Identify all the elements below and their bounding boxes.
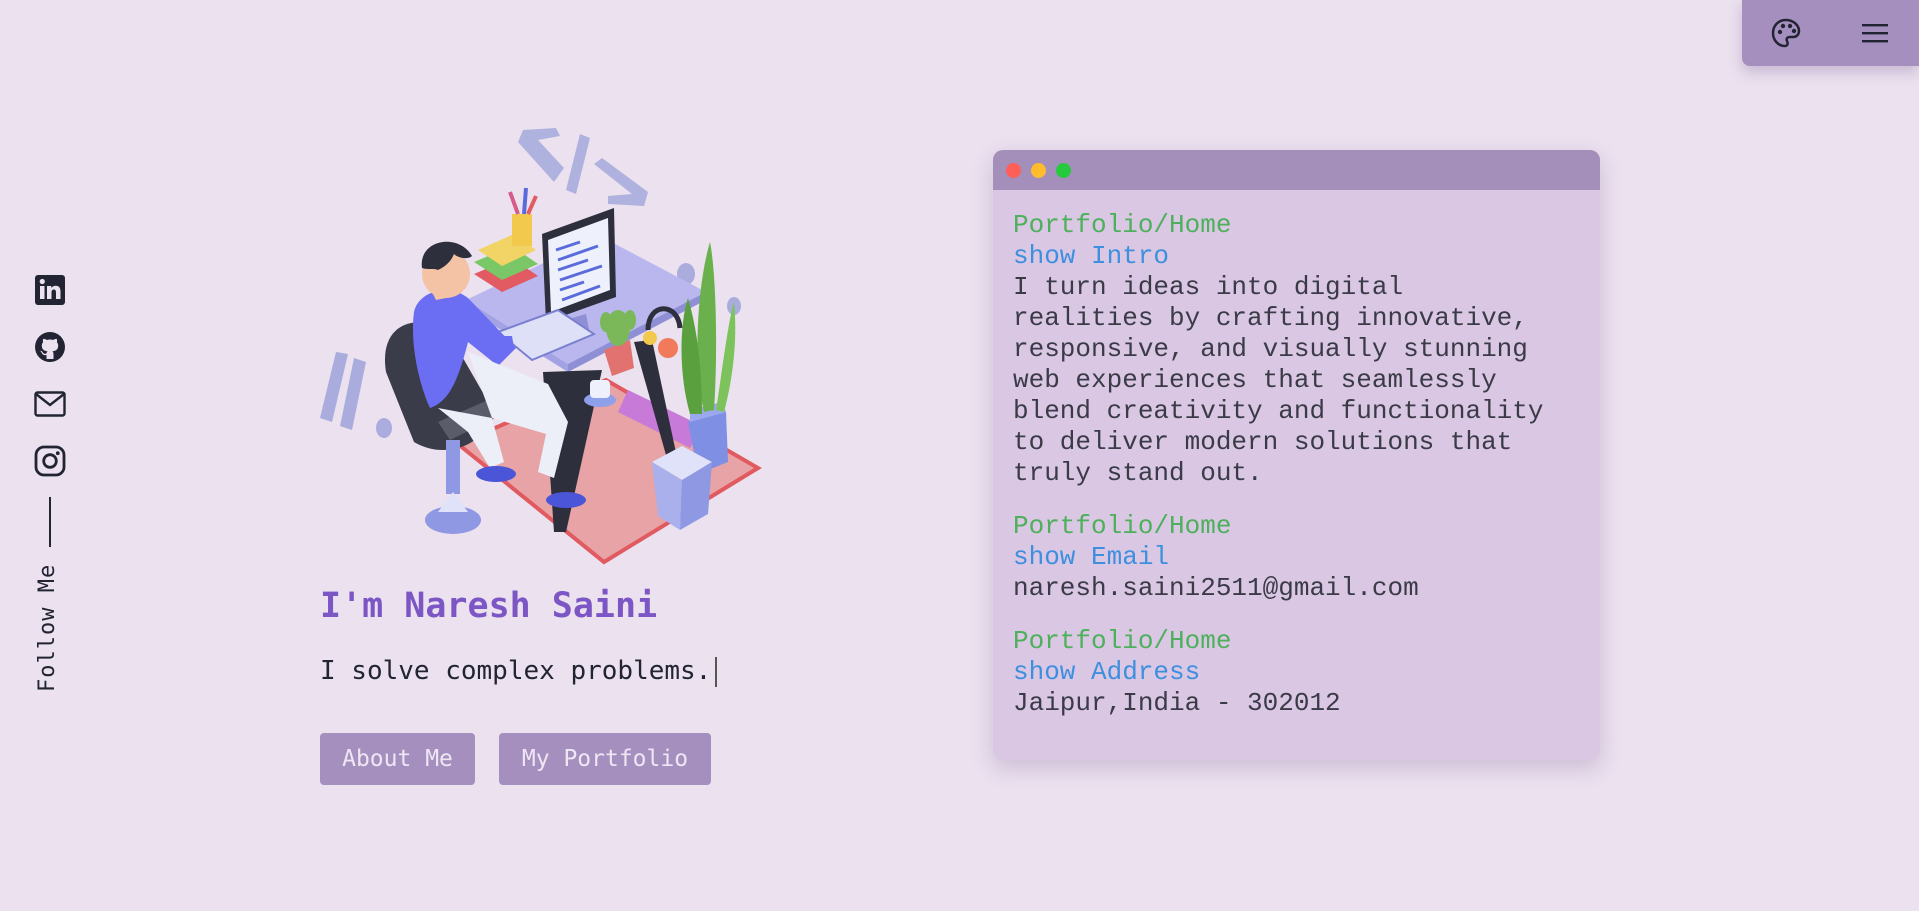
terminal-command: show Intro [1013, 241, 1170, 271]
terminal-body: Portfolio/Home show Intro I turn ideas i… [993, 190, 1600, 719]
typing-cursor [715, 656, 718, 687]
palette-icon[interactable] [1766, 13, 1806, 53]
terminal-path: Portfolio/Home [1013, 210, 1232, 240]
about-me-button[interactable]: About Me [320, 733, 475, 785]
window-minimize-dot[interactable] [1031, 162, 1046, 178]
hero-name: I'm Naresh Saini [320, 586, 658, 626]
terminal-output: naresh.saini2511@gmail.com [1013, 573, 1419, 603]
terminal-titlebar [993, 150, 1600, 190]
mail-icon[interactable] [32, 386, 68, 422]
instagram-icon[interactable] [32, 443, 68, 479]
developer-at-desk-illustration [318, 122, 762, 566]
follow-divider [49, 497, 51, 547]
github-icon[interactable] [32, 329, 68, 365]
hamburger-menu-icon[interactable] [1855, 13, 1895, 53]
window-close-dot[interactable] [1006, 162, 1021, 178]
linkedin-icon[interactable] [32, 272, 68, 308]
terminal-window: Portfolio/Home show Intro I turn ideas i… [993, 150, 1600, 760]
terminal-output: Jaipur,India - 302012 [1013, 688, 1341, 718]
terminal-block-email: Portfolio/Home show Email naresh.saini25… [1013, 511, 1580, 604]
follow-me-label: Follow Me [35, 563, 60, 692]
terminal-command: show Address [1013, 657, 1201, 687]
terminal-output: I turn ideas into digital realities by c… [1013, 272, 1544, 488]
my-portfolio-button[interactable]: My Portfolio [499, 733, 711, 785]
top-controls [1742, 0, 1919, 66]
terminal-block-intro: Portfolio/Home show Intro I turn ideas i… [1013, 210, 1580, 489]
terminal-path: Portfolio/Home [1013, 511, 1232, 541]
terminal-block-address: Portfolio/Home show Address Jaipur,India… [1013, 626, 1580, 719]
social-links [32, 272, 68, 500]
tagline-text: I solve complex problems. [320, 656, 712, 686]
terminal-command: show Email [1013, 542, 1170, 572]
window-maximize-dot[interactable] [1056, 162, 1071, 178]
terminal-path: Portfolio/Home [1013, 626, 1232, 656]
hero-tagline: I solve complex problems. [320, 656, 718, 687]
